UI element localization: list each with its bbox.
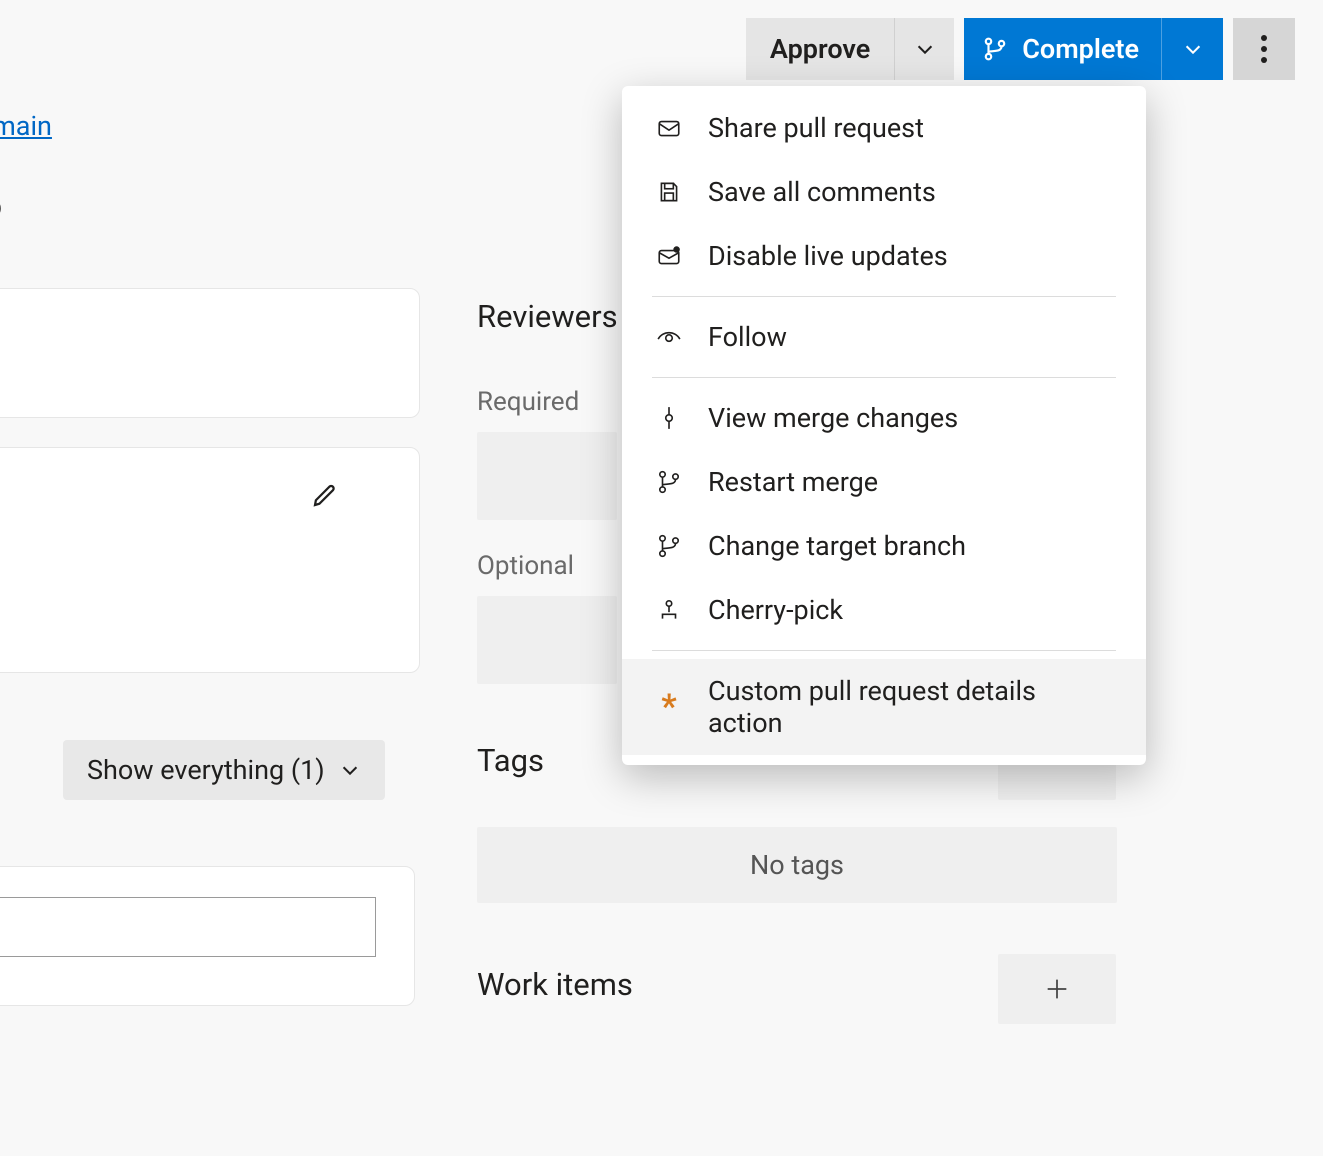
pencil-icon xyxy=(310,480,340,510)
target-branch-link[interactable]: main xyxy=(0,110,52,142)
work-items-heading: Work items xyxy=(477,966,633,1003)
menu-item-restart-merge[interactable]: Restart merge xyxy=(622,450,1146,514)
chevron-down-icon xyxy=(914,38,936,60)
required-label: Required xyxy=(477,387,579,417)
top-toolbar: Approve Complete xyxy=(746,18,1295,80)
approve-button[interactable]: Approve xyxy=(746,18,894,80)
menu-item-view-merge[interactable]: View merge changes xyxy=(622,386,1146,450)
target-branch-info: o main xyxy=(0,110,52,142)
menu-label: Share pull request xyxy=(708,112,924,144)
optional-reviewer-slot[interactable] xyxy=(477,596,617,684)
commit-icon xyxy=(652,403,686,433)
description-card xyxy=(0,288,420,418)
menu-label: Change target branch xyxy=(708,530,966,562)
plus-icon xyxy=(1043,975,1071,1003)
chevron-down-icon xyxy=(339,759,361,781)
menu-label: Disable live updates xyxy=(708,240,948,272)
tags-heading: Tags xyxy=(477,742,544,779)
reviewers-heading: Reviewers xyxy=(477,298,618,335)
chevron-down-icon xyxy=(1182,38,1204,60)
complete-button[interactable]: Complete xyxy=(964,18,1161,80)
menu-label: Custom pull request details action xyxy=(708,675,1116,739)
menu-label: Follow xyxy=(708,321,787,353)
menu-separator xyxy=(652,650,1116,651)
menu-item-custom-action[interactable]: * Custom pull request details action xyxy=(622,659,1146,755)
approve-dropdown-button[interactable] xyxy=(894,18,954,80)
comment-filter-button[interactable]: Show everything (1) xyxy=(63,740,385,800)
menu-item-cherry-pick[interactable]: Cherry-pick xyxy=(622,578,1146,642)
menu-label: Restart merge xyxy=(708,466,878,498)
menu-separator xyxy=(652,377,1116,378)
complete-dropdown-button[interactable] xyxy=(1161,18,1223,80)
approve-split-button: Approve xyxy=(746,18,954,80)
menu-item-share[interactable]: Share pull request xyxy=(622,96,1146,160)
complete-label: Complete xyxy=(1022,33,1139,65)
menu-item-change-target[interactable]: Change target branch xyxy=(622,514,1146,578)
menu-label: Cherry-pick xyxy=(708,594,843,626)
more-actions-button[interactable] xyxy=(1233,18,1295,80)
menu-item-save-comments[interactable]: Save all comments xyxy=(622,160,1146,224)
save-icon xyxy=(652,177,686,207)
cherry-pick-icon xyxy=(652,595,686,625)
mail-badge-icon xyxy=(652,241,686,271)
comment-card xyxy=(0,447,420,673)
branch-icon xyxy=(652,467,686,497)
branch-icon xyxy=(982,36,1008,62)
complete-split-button: Complete xyxy=(964,18,1223,80)
more-actions-menu: Share pull request Save all comments Dis… xyxy=(622,86,1146,765)
work-item-add-button[interactable] xyxy=(998,954,1116,1024)
menu-item-follow[interactable]: Follow xyxy=(622,305,1146,369)
optional-label: Optional xyxy=(477,551,574,581)
menu-label: Save all comments xyxy=(708,176,936,208)
menu-label: View merge changes xyxy=(708,402,958,434)
branch-icon xyxy=(652,531,686,561)
comment-input[interactable] xyxy=(0,897,376,957)
no-tags-placeholder[interactable]: No tags xyxy=(477,827,1117,903)
eye-icon xyxy=(652,322,686,352)
menu-item-disable-live[interactable]: Disable live updates xyxy=(622,224,1146,288)
kebab-icon xyxy=(1260,34,1268,64)
required-reviewer-slot[interactable] xyxy=(477,432,617,520)
edit-button[interactable] xyxy=(310,480,340,510)
mail-icon xyxy=(652,113,686,143)
comment-filter-label: Show everything (1) xyxy=(87,754,325,786)
tab-fragment: ab xyxy=(0,190,2,224)
asterisk-icon: * xyxy=(652,692,686,722)
menu-separator xyxy=(652,296,1116,297)
